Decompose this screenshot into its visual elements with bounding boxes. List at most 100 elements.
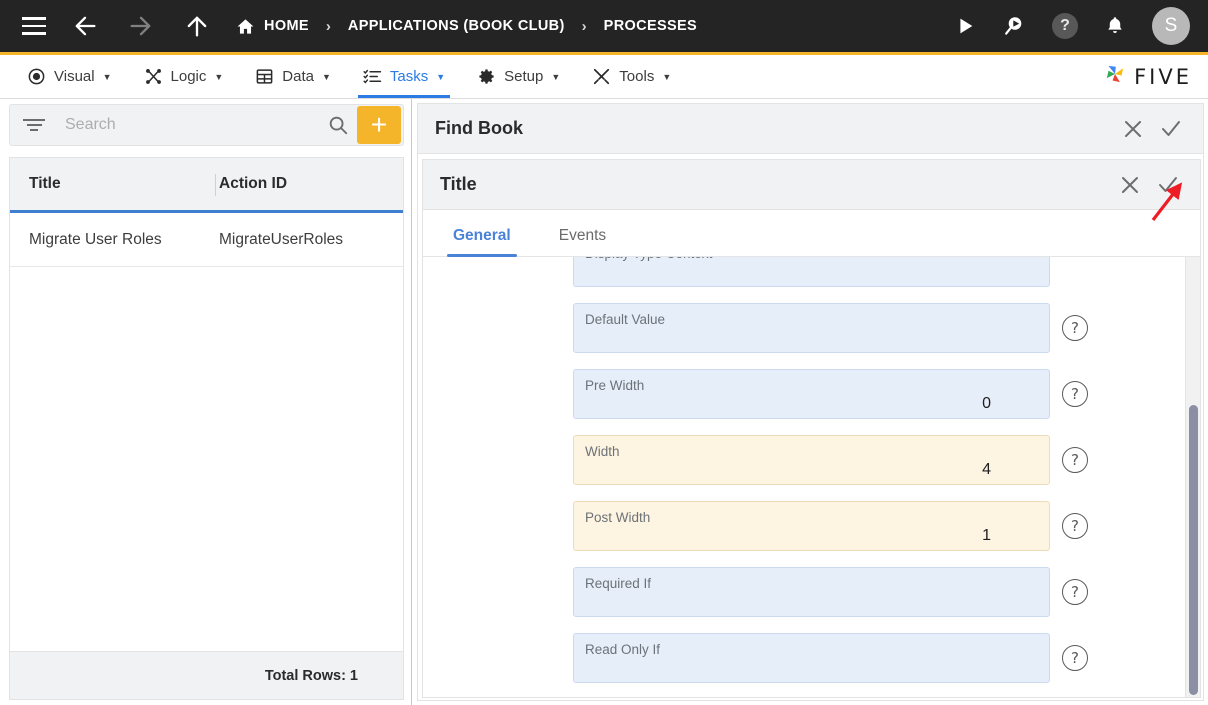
menu-item-tools[interactable]: Tools ▼ xyxy=(587,55,676,98)
left-panel: + Title Action ID Migrate User Roles Mig… xyxy=(0,99,412,705)
menu-item-tasks[interactable]: Tasks ▼ xyxy=(357,55,451,98)
field-value: 4 xyxy=(982,461,991,478)
search-icon[interactable] xyxy=(327,114,349,136)
add-button[interactable]: + xyxy=(357,106,401,144)
menu-item-visual[interactable]: Visual ▼ xyxy=(22,55,117,98)
scrollbar-thumb[interactable] xyxy=(1189,405,1198,695)
menu-item-setup[interactable]: Setup ▼ xyxy=(472,55,565,98)
checkmark-icon[interactable] xyxy=(1152,110,1190,148)
checkmark-icon[interactable] xyxy=(1149,166,1187,204)
default-value-field[interactable]: Default Value xyxy=(573,303,1050,353)
run-icon[interactable] xyxy=(954,15,976,37)
menu-label: Tools xyxy=(619,68,655,85)
field-label: Display Type Context xyxy=(585,257,712,261)
notifications-bell-icon[interactable] xyxy=(1104,15,1126,37)
tab-general[interactable]: General xyxy=(447,227,517,257)
five-pinwheel-logo xyxy=(1102,61,1128,92)
search-bar: + xyxy=(9,104,404,146)
post-width-field[interactable]: Post Width 1 xyxy=(573,501,1050,551)
field-row-width: Width 4 ? xyxy=(423,435,1200,485)
total-rows-label: Total Rows: 1 xyxy=(264,667,358,684)
help-icon[interactable]: ? xyxy=(1062,645,1088,671)
help-icon[interactable]: ? xyxy=(1062,381,1088,407)
column-header-title[interactable]: Title xyxy=(29,175,205,193)
help-icon[interactable]: ? xyxy=(1052,13,1078,39)
chevron-down-icon: ▼ xyxy=(436,71,446,82)
display-type-context-field[interactable]: Display Type Context xyxy=(573,257,1050,287)
breadcrumb-item-applications[interactable]: APPLICATIONS (BOOK CLUB) xyxy=(348,18,565,34)
help-icon[interactable]: ? xyxy=(1062,579,1088,605)
field-row-post-width: Post Width 1 ? xyxy=(423,501,1200,551)
table-row[interactable]: Migrate User Roles MigrateUserRoles xyxy=(10,213,403,267)
chevron-down-icon: ▼ xyxy=(321,71,331,82)
find-book-card: Find Book Title General Events Default V… xyxy=(417,103,1204,701)
eye-icon xyxy=(27,67,46,86)
field-label: Required If xyxy=(585,576,652,591)
cell-action-id: MigrateUserRoles xyxy=(219,230,344,248)
five-brand-logo: FIVE xyxy=(1102,55,1208,98)
menu-item-logic[interactable]: Logic ▼ xyxy=(139,55,229,98)
menu-label: Tasks xyxy=(389,68,429,85)
breadcrumb-item-processes[interactable]: PROCESSES xyxy=(604,18,697,34)
home-icon xyxy=(236,17,255,36)
tab-bar: General Events xyxy=(423,210,1200,257)
help-icon[interactable]: ? xyxy=(1062,513,1088,539)
chevron-right-icon: › xyxy=(325,17,331,35)
close-icon[interactable] xyxy=(1111,166,1149,204)
field-value: 0 xyxy=(982,395,991,412)
help-icon[interactable]: ? xyxy=(1062,447,1088,473)
back-arrow-icon[interactable] xyxy=(68,9,102,43)
checklist-icon xyxy=(363,67,382,86)
field-label: Width xyxy=(585,444,620,459)
field-label: Pre Width xyxy=(585,378,645,393)
width-field[interactable]: Width 4 xyxy=(573,435,1050,485)
top-bar: HOME › APPLICATIONS (BOOK CLUB) › PROCES… xyxy=(0,0,1208,55)
filter-icon[interactable] xyxy=(23,117,45,133)
avatar[interactable]: S xyxy=(1152,7,1190,45)
field-row-pre-width: Pre Width 0 ? xyxy=(423,369,1200,419)
grid-empty-space xyxy=(10,267,403,649)
menu-label: Visual xyxy=(54,68,95,85)
vertical-scrollbar[interactable] xyxy=(1185,257,1200,697)
menu-label: Data xyxy=(282,68,314,85)
breadcrumb-item-home[interactable]: HOME xyxy=(264,18,309,34)
column-header-action-id[interactable]: Action ID xyxy=(219,175,287,193)
chevron-down-icon: ▼ xyxy=(102,71,112,82)
debug-search-icon[interactable] xyxy=(1002,14,1026,38)
help-icon[interactable]: ? xyxy=(1062,315,1088,341)
table-icon xyxy=(255,67,274,86)
field-row-required-if: Required If ? xyxy=(423,567,1200,617)
chevron-down-icon: ▼ xyxy=(662,71,672,82)
menu-item-data[interactable]: Data ▼ xyxy=(250,55,336,98)
main-menu-bar: Visual ▼ Logic ▼ Data ▼ Tasks ▼ Setup ▼ … xyxy=(0,55,1208,99)
page-title: Find Book xyxy=(435,118,523,138)
tools-icon xyxy=(592,67,611,86)
title-card-header: Title xyxy=(423,160,1200,210)
topbar-actions: ? S xyxy=(928,7,1208,45)
right-panel: Find Book Title General Events Default V… xyxy=(413,99,1208,705)
find-book-header: Find Book xyxy=(418,104,1203,154)
required-if-field[interactable]: Required If xyxy=(573,567,1050,617)
hamburger-menu-icon[interactable] xyxy=(22,17,46,35)
breadcrumb: HOME › APPLICATIONS (BOOK CLUB) › PROCES… xyxy=(236,17,697,36)
forward-arrow-icon[interactable] xyxy=(124,9,158,43)
close-icon[interactable] xyxy=(1114,110,1152,148)
nodes-icon xyxy=(144,67,163,86)
brand-text: FIVE xyxy=(1134,64,1192,89)
field-label: Default Value xyxy=(585,312,666,327)
tab-events[interactable]: Events xyxy=(553,227,612,256)
cell-title: Migrate User Roles xyxy=(29,230,162,248)
form-area: Display Type Context Default Value ? Pre… xyxy=(423,257,1200,697)
column-divider xyxy=(215,174,216,196)
grid-header-row: Title Action ID xyxy=(10,158,403,213)
title-field-card: Title General Events Default Value ? Pre… xyxy=(422,159,1201,698)
field-label: Read Only If xyxy=(585,642,661,657)
search-input[interactable] xyxy=(65,116,327,134)
read-only-if-field[interactable]: Read Only If xyxy=(573,633,1050,683)
gear-icon xyxy=(477,67,496,86)
grid-footer: Total Rows: 1 xyxy=(10,651,403,699)
up-arrow-icon[interactable] xyxy=(180,9,214,43)
field-label: Post Width xyxy=(585,510,651,525)
pre-width-field[interactable]: Pre Width 0 xyxy=(573,369,1050,419)
field-row-default-value: Default Value ? xyxy=(423,303,1200,353)
